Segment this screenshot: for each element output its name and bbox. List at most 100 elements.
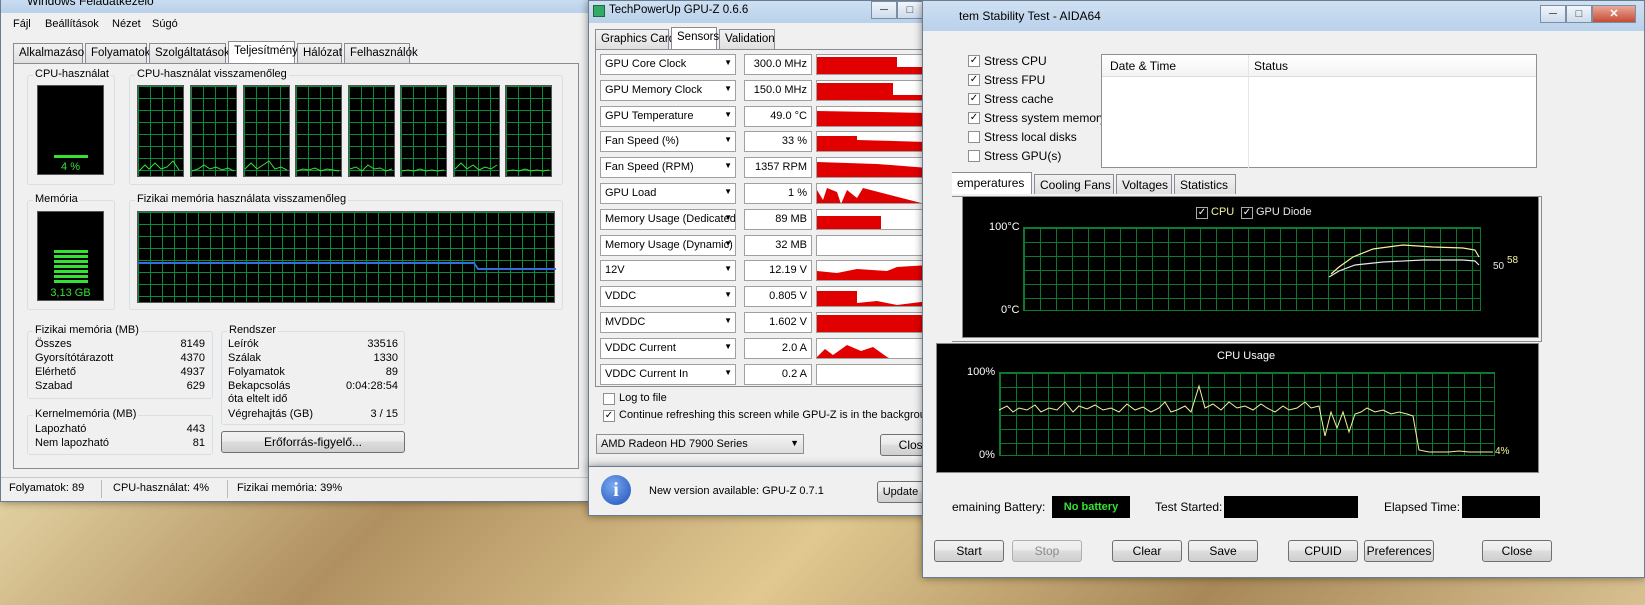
close-window-button[interactable]: ✕	[1592, 5, 1636, 23]
stress-checkbox[interactable]: ✓	[968, 55, 980, 67]
task-manager-titlebar[interactable]: Windows Feladatkezelő	[1, 0, 589, 13]
status-divider	[227, 480, 228, 498]
menu-view[interactable]: Nézet	[112, 18, 141, 30]
phys-mem-history-graph	[137, 211, 556, 303]
log-to-file-checkbox[interactable]	[603, 393, 615, 405]
tab-processes[interactable]: Folyamatok	[85, 43, 150, 63]
sensor-name-select[interactable]: Memory Usage (Dedicated) ▼	[600, 208, 736, 230]
kernel-row: Lapozható 443	[35, 423, 205, 435]
sensor-name-select[interactable]: VDDC Current ▼	[600, 337, 736, 359]
stop-button[interactable]: Stop	[1012, 540, 1082, 562]
chevron-down-icon: ▼	[790, 438, 799, 448]
sensor-value: 300.0 MHz	[744, 54, 812, 75]
row-value: 443	[186, 423, 205, 435]
tab-temperatures[interactable]: emperatures	[952, 172, 1032, 194]
aida64-window-controls: ─ □ ✕	[1540, 5, 1636, 23]
aida-close-button[interactable]: Close	[1482, 540, 1552, 562]
tab-cooling-fans[interactable]: Cooling Fans	[1034, 174, 1114, 194]
sensor-name-select[interactable]: VDDC Current In ▼	[600, 363, 736, 385]
minimize-button[interactable]: ─	[1540, 5, 1566, 23]
menu-file[interactable]: Fájl	[13, 18, 31, 30]
column-date-time[interactable]: Date & Time	[1110, 59, 1176, 73]
tab-voltages[interactable]: Voltages	[1116, 174, 1172, 194]
maximize-button[interactable]: □	[897, 1, 923, 19]
minimize-button[interactable]: ─	[871, 1, 897, 19]
cpu-legend-checkbox[interactable]: ✓	[1196, 207, 1208, 219]
phys-mem-row: Szabad 629	[35, 380, 205, 392]
sensor-name-select[interactable]: Fan Speed (%) ▼	[600, 131, 736, 153]
cpu-usage-chart: CPU Usage 100% 0% 4%	[936, 343, 1539, 473]
continue-refresh-label: Continue refreshing this screen while GP…	[619, 409, 939, 421]
sensor-name: VDDC Current	[605, 341, 676, 354]
save-button[interactable]: Save	[1188, 540, 1258, 562]
cpuid-button[interactable]: CPUID	[1288, 540, 1358, 562]
sensor-value: 32 MB	[744, 234, 812, 256]
menu-help[interactable]: Súgó	[152, 18, 178, 30]
tab-graphics-card[interactable]: Graphics Card	[595, 29, 675, 49]
continue-refresh-checkbox[interactable]: ✓	[603, 410, 615, 422]
sensor-name-select[interactable]: MVDDC ▼	[600, 312, 736, 333]
row-key: Szálak	[228, 352, 262, 364]
gpuz-tabs: Graphics Card Sensors Validation	[595, 27, 951, 49]
row-key: Elérhető	[35, 366, 76, 378]
stress-checkbox[interactable]	[968, 131, 980, 143]
preferences-button[interactable]: Preferences	[1364, 540, 1434, 562]
cpu-usage-meter: 4 %	[37, 85, 104, 175]
sensor-name-select[interactable]: GPU Memory Clock ▼	[600, 79, 736, 101]
row-value: 1330	[373, 352, 398, 364]
tab-statistics[interactable]: Statistics	[1174, 174, 1236, 194]
stress-checkbox[interactable]: ✓	[968, 74, 980, 86]
aida64-title: tem Stability Test - AIDA64	[959, 9, 1101, 23]
sensor-graph	[816, 105, 928, 127]
system-row: Szálak 1330	[228, 352, 398, 364]
tab-validation[interactable]: Validation	[719, 29, 775, 49]
tab-users[interactable]: Felhasználók	[344, 43, 418, 63]
tab-applications[interactable]: Alkalmazások	[13, 43, 90, 63]
tab-sensors[interactable]: Sensors	[671, 27, 719, 49]
info-icon: i	[601, 475, 631, 505]
tab-bar: Alkalmazások Folyamatok Szolgáltatások T…	[13, 41, 579, 63]
sensor-name-select[interactable]: VDDC ▼	[600, 286, 736, 308]
aida64-titlebar[interactable]: tem Stability Test - AIDA64 ─ □ ✕	[923, 1, 1644, 31]
usage-line	[999, 384, 1493, 453]
temp-lines	[1328, 244, 1480, 278]
tab-performance[interactable]: Teljesítmény	[228, 41, 298, 63]
sensor-name: GPU Core Clock	[605, 58, 687, 70]
sensor-value: 1357 RPM	[744, 157, 812, 179]
stress-label: Stress cache	[984, 92, 1054, 106]
start-button[interactable]: Start	[934, 540, 1004, 562]
gpu-diode-legend-checkbox[interactable]: ✓	[1241, 207, 1253, 219]
row-key: Folyamatok	[228, 366, 285, 378]
gpu-select[interactable]: AMD Radeon HD 7900 Series ▼	[596, 434, 804, 454]
sensor-name-select[interactable]: Fan Speed (RPM) ▼	[600, 157, 736, 179]
sensor-name-select[interactable]: GPU Temperature ▼	[600, 105, 736, 127]
cpu-temp-value: 58	[1507, 255, 1519, 266]
tab-network[interactable]: Hálózat	[297, 43, 342, 63]
stress-checkbox[interactable]: ✓	[968, 93, 980, 105]
sensor-value: 33 %	[744, 131, 812, 153]
gpuz-titlebar[interactable]: TechPowerUp GPU-Z 0.6.6 ─ □ ✕	[589, 1, 957, 23]
phys-mem-row: Gyorsítótárazott 4370	[35, 352, 205, 364]
stress-checkbox[interactable]: ✓	[968, 112, 980, 124]
sensor-name-select[interactable]: GPU Load ▼	[600, 183, 736, 204]
sensor-name: VDDC	[605, 290, 637, 303]
resource-monitor-button[interactable]: Erőforrás-figyelő...	[221, 431, 405, 453]
menu-options[interactable]: Beállítások	[45, 18, 99, 30]
column-status[interactable]: Status	[1254, 59, 1288, 73]
sensor-value: 2.0 A	[744, 337, 812, 359]
elapsed-time-value	[1462, 496, 1540, 518]
stress-checkbox[interactable]	[968, 150, 980, 162]
kernel-table-group	[27, 415, 213, 455]
stress-label: Stress FPU	[984, 73, 1046, 87]
sensor-value: 0.2 A	[744, 363, 812, 385]
gpu-diode-legend-label: GPU Diode	[1256, 206, 1312, 218]
sensor-name-select[interactable]: 12V ▼	[600, 260, 736, 282]
clear-button[interactable]: Clear	[1112, 540, 1182, 562]
chevron-down-icon: ▼	[724, 161, 732, 171]
sensor-name-select[interactable]: Memory Usage (Dynamic) ▼	[600, 234, 736, 256]
sensor-name-select[interactable]: GPU Core Clock ▼	[600, 54, 736, 75]
cpu-legend-label: CPU	[1211, 206, 1235, 218]
tab-services[interactable]: Szolgáltatások	[149, 43, 230, 63]
maximize-button[interactable]: □	[1566, 5, 1592, 23]
temp-axis-top: 100°C	[989, 221, 1020, 233]
